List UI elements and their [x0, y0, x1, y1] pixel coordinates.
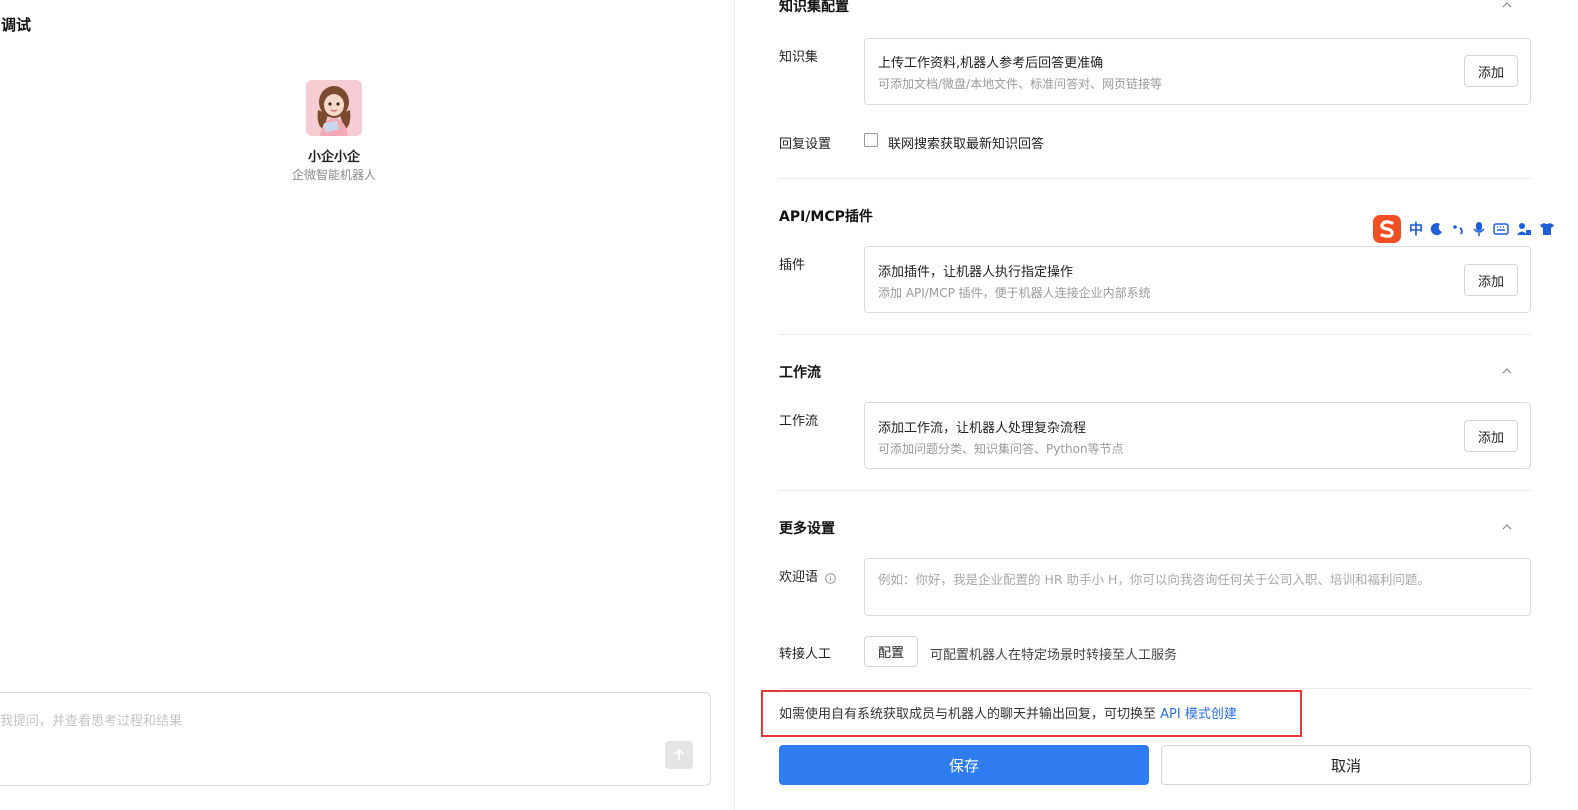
arrow-up-icon: [674, 749, 684, 761]
collapse-more-settings-button[interactable]: [1500, 520, 1514, 534]
chevron-up-icon: [1502, 368, 1512, 374]
reply-settings-label: 回复设置: [779, 137, 832, 152]
punctuation-icon[interactable]: [1451, 222, 1465, 236]
workflow-label: 工作流: [779, 414, 819, 429]
section-divider: [779, 490, 1531, 491]
info-icon-graphic: [825, 573, 836, 584]
collapse-knowledge-button[interactable]: [1500, 0, 1514, 12]
bot-avatar: [306, 80, 362, 136]
shirt-graphic: [1540, 223, 1554, 235]
plugin-card-subtitle: 添加 API/MCP 插件，便于机器人连接企业内部系统: [878, 286, 1151, 300]
info-icon[interactable]: [825, 569, 836, 588]
welcome-placeholder: 例如：你好，我是企业配置的 HR 助手小 H，你可以向我咨询任何关于公司入职、培…: [878, 572, 1430, 587]
preview-panel: [0, 0, 734, 810]
chevron-up-icon: [1502, 524, 1512, 530]
moon-graphic: [1430, 223, 1442, 236]
add-plugin-button[interactable]: 添加: [1464, 264, 1518, 296]
shirt-icon[interactable]: [1539, 222, 1555, 236]
cancel-button[interactable]: 取消: [1161, 745, 1531, 785]
microphone-icon[interactable]: [1472, 221, 1486, 237]
api-mode-link[interactable]: API 模式创建: [1160, 707, 1237, 722]
knowledge-card: [864, 38, 1531, 105]
api-mode-note-text: 如需使用自有系统获取成员与机器人的聊天并输出回复，可切换至: [779, 707, 1161, 722]
workflow-card-subtitle: 可添加问题分类、知识集问答、Python等节点: [878, 442, 1124, 456]
section-divider: [779, 178, 1531, 179]
keyboard-graphic: [1493, 223, 1509, 235]
collapse-workflow-button[interactable]: [1500, 364, 1514, 378]
plugin-label: 插件: [779, 258, 806, 273]
section-title-knowledge: 知识集配置: [779, 0, 849, 15]
chat-input[interactable]: [0, 692, 711, 786]
panel-divider: [734, 0, 735, 810]
user-settings-graphic: [1517, 223, 1531, 235]
chevron-up-icon: [1502, 2, 1512, 8]
workflow-card-title: 添加工作流，让机器人处理复杂流程: [878, 421, 1087, 436]
section-divider: [779, 334, 1531, 335]
bot-name: 小企小企: [307, 150, 360, 165]
transfer-description: 可配置机器人在特定场景时转接至人工服务: [930, 648, 1178, 663]
section-title-plugins: API/MCP插件: [779, 209, 873, 225]
web-search-checkbox[interactable]: [864, 133, 878, 147]
user-settings-icon[interactable]: [1516, 221, 1532, 237]
knowledge-card-subtitle: 可添加文档/微盘/本地文件、标准问答对、网页链接等: [878, 77, 1163, 91]
add-knowledge-button[interactable]: 添加: [1464, 55, 1518, 87]
plugin-card-title: 添加插件，让机器人执行指定操作: [878, 265, 1074, 280]
add-workflow-button[interactable]: 添加: [1464, 420, 1518, 452]
api-mode-note: 如需使用自有系统获取成员与机器人的聊天并输出回复，可切换至 API 模式创建: [779, 703, 1237, 722]
punctuation-graphic: [1453, 225, 1463, 235]
keyboard-icon[interactable]: [1493, 222, 1509, 236]
ime-mode-indicator[interactable]: 中: [1409, 219, 1423, 239]
ime-toolbar[interactable]: 中: [1372, 213, 1578, 245]
save-button[interactable]: 保存: [779, 745, 1149, 785]
preview-title: 与调试: [0, 16, 32, 34]
sogou-logo-graphic: [1373, 215, 1401, 243]
web-search-checkbox-label[interactable]: 联网搜索获取最新知识回答: [888, 133, 1044, 152]
microphone-graphic: [1473, 222, 1485, 236]
avatar-illustration: [306, 80, 362, 136]
sogou-logo-icon[interactable]: [1372, 214, 1402, 244]
section-title-workflow: 工作流: [779, 365, 821, 381]
chat-input-placeholder: 我提问，并查看思考过程和结果: [0, 714, 183, 729]
section-divider: [779, 688, 1531, 689]
transfer-config-button[interactable]: 配置: [864, 636, 918, 667]
knowledge-card-title: 上传工作资料,机器人参考后回答更准确: [878, 56, 1104, 71]
section-title-more-settings: 更多设置: [779, 521, 835, 537]
knowledge-label: 知识集: [779, 50, 819, 65]
bot-subtitle: 企微智能机器人: [291, 168, 376, 182]
send-button[interactable]: [665, 741, 693, 769]
transfer-label: 转接人工: [779, 647, 832, 662]
welcome-label: 欢迎语: [779, 570, 819, 585]
moon-icon[interactable]: [1430, 222, 1444, 236]
